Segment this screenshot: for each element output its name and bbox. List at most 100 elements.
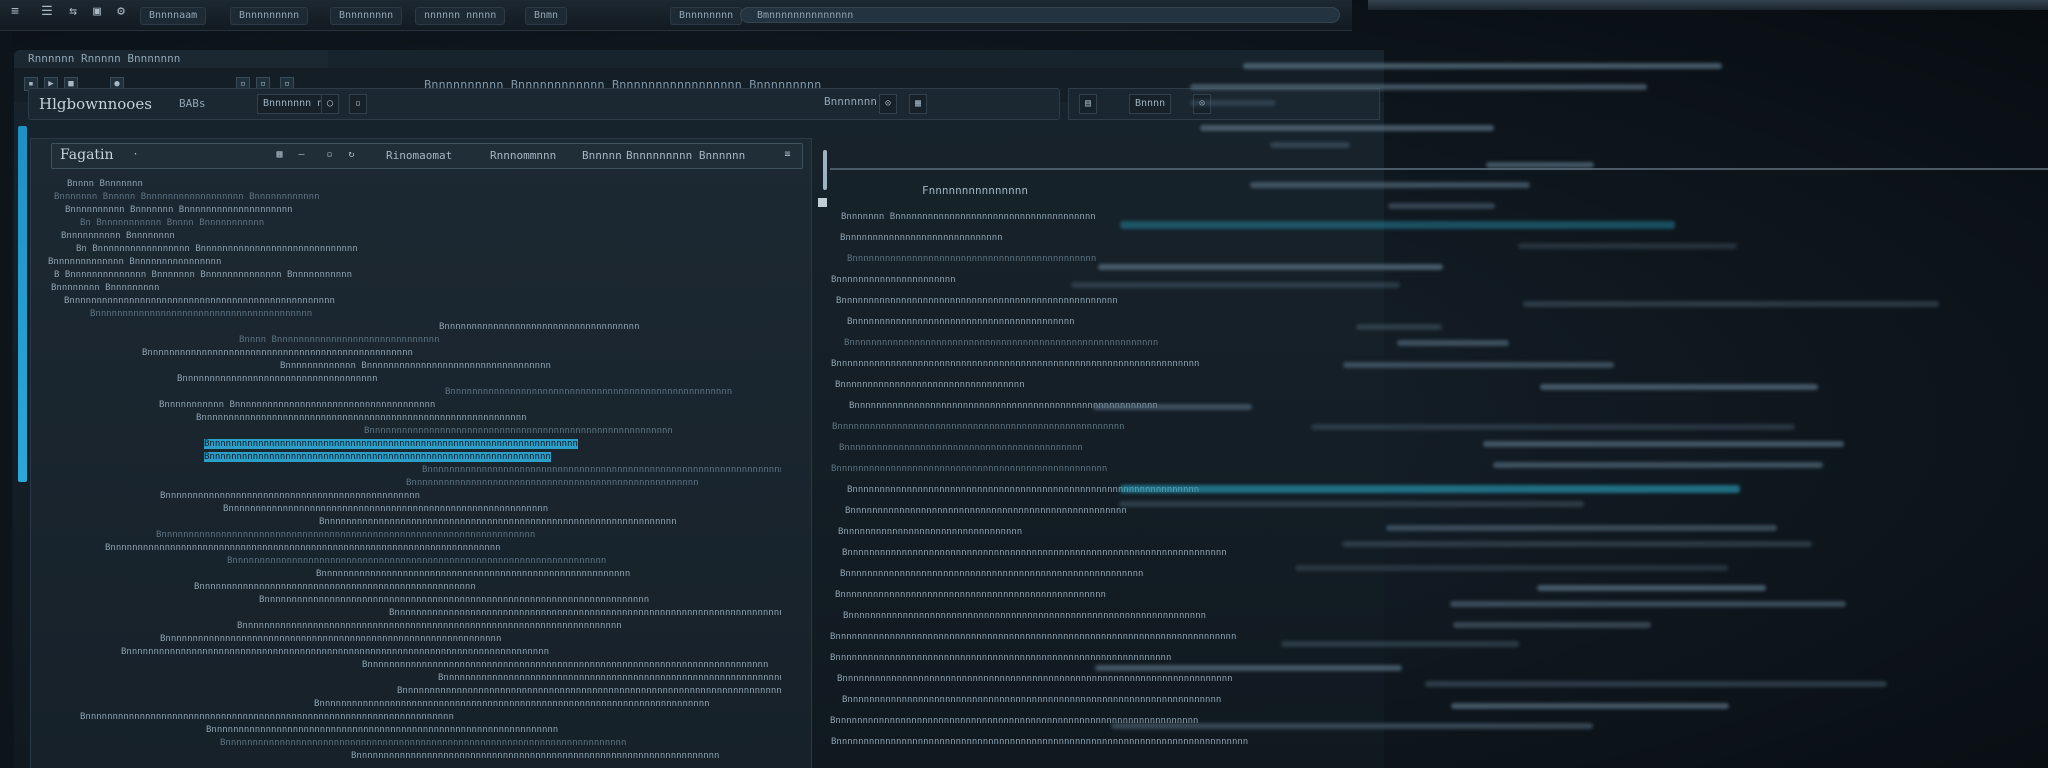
- code-line: Bnnnn Bnnnnnnnnnnnnnnnnnnnnnnnnnnnnnn: [239, 335, 440, 345]
- refresh-button[interactable]: ⊙: [879, 94, 898, 114]
- left-dock: [0, 32, 12, 768]
- tab-3[interactable]: nnnnnn nnnnn: [415, 7, 506, 25]
- blurred-line: [1243, 63, 1722, 69]
- blurred-line: [1342, 541, 1812, 547]
- code-line: Bnnnnnnnnnnnnnnnnnnnnnnnnnnnnnnnnnnnnnnn…: [160, 634, 502, 644]
- tab-0[interactable]: Bnnnnaam: [140, 7, 207, 25]
- window-icon[interactable]: ▫: [324, 149, 335, 160]
- code-line: Bnnnnnnnnnnnnnnnnnnnnnnnnnnnnnnnnnnnnnnn…: [422, 465, 781, 475]
- code-line: Bnnnnnnnnnnnnnnnnnnnnnnnnnnnnnnnnnnnnnnn…: [438, 673, 781, 683]
- code-line: Bnnnnnnnnnnnnnnnnnnnnnnnnnnnnnnnnnnnnnnn…: [314, 699, 710, 709]
- code-line: Bnnnnnnnnnnn Bnnnnnnnnnnnnnnnnnnnnnnnnnn…: [159, 400, 436, 410]
- blurred-line: [1250, 182, 1530, 188]
- output-line: Bnnnnnnnnnnnnnnnnnnnnnn: [831, 275, 956, 285]
- blurred-line: [1098, 264, 1443, 270]
- editor-header: Fagatin · ▦ – ▫ ↻ Rinomaomat Rnnnommnnn …: [51, 143, 803, 169]
- code-line: Bnnnnnnnnnnnnnnnnnnnnnnnnnnnnnnnnnnnnnnn…: [80, 712, 454, 722]
- grid-button[interactable]: ▦: [909, 94, 928, 114]
- tab-5[interactable]: Bnnnnnnnn: [670, 7, 743, 25]
- code-area[interactable]: Bnnnn Bnnnnnnn Bnnnnnnn Bnnnnn Bnnnnnnnnn…: [41, 179, 801, 768]
- blurred-line: [1270, 142, 1350, 148]
- blurred-line: [1537, 585, 1766, 591]
- desktop: ≡ ☰ ⇆ ▣ ⚙ Bnnnnaam Bnnnnnnnnn Bnnnnnnnn …: [0, 0, 2048, 768]
- blurred-line: [1095, 665, 1402, 671]
- pane-title: Fagatin: [60, 147, 114, 163]
- address-field[interactable]: Bnnnnnnn n: [257, 94, 330, 114]
- code-line: Bnnnnnnnnnnnnnnnnnnnnnnnnnnnnnnnnnnnnnnn…: [90, 309, 313, 319]
- address-bar[interactable]: Hlgbownnooes BABs Bnnnnnnn n ◯ ▫ Bnnnnnn…: [28, 88, 1060, 120]
- blurred-line: [1540, 384, 1818, 390]
- code-line: Bnnnnnnnnnnnnnnnnnnnnnnnnnnnnnnnnnnnnnnn…: [362, 660, 769, 670]
- blurred-line: [1518, 243, 1737, 249]
- split-icon[interactable]: ⇆: [64, 4, 82, 20]
- editor-pane: Fagatin · ▦ – ▫ ↻ Rinomaomat Rnnnommnnn …: [30, 138, 812, 768]
- code-line: Bnnnnnnnnnnnnnnnnnnnnnnnnnnnnnnnnnnnnnnn…: [237, 621, 622, 631]
- settings-icon[interactable]: ⚙: [112, 4, 130, 20]
- output-line: Bnnnnnnnnnnnnnnnnnnnnnnnnnnnnnnnnnn: [835, 380, 1025, 390]
- blurred-line: [1486, 162, 1594, 168]
- menu-icon[interactable]: ≡: [782, 149, 793, 160]
- blurred-line: [1483, 441, 1844, 447]
- code-line: Bnnnnnnnnnnnnnnnnnnnnnnnnnnnnnnnnnnnnnnn…: [160, 491, 421, 501]
- record-button[interactable]: ◯: [321, 94, 340, 114]
- stop-button[interactable]: ▫: [349, 94, 368, 114]
- code-line: Bnnnnnnnnnnnnnnnnnnnnnnnnnnnnnnnnnnnn: [177, 374, 378, 384]
- output-title: Fnnnnnnnnnnnnnnn: [922, 184, 1028, 197]
- blurred-line: [1343, 362, 1614, 368]
- code-line: B Bnnnnnnnnnnnnnn Bnnnnnnn Bnnnnnnnnnnnn…: [54, 270, 353, 280]
- search-input[interactable]: Bmnnnnnnnnnnnnnn: [740, 7, 1340, 23]
- output-line: Bnnnnnnnnnnnnnnnnnnnnnnnnnnnnnnnnnnnnnnn…: [839, 443, 1083, 453]
- code-line: Bnnnnnnnnnnnnnnnnnnnnnnnnnnnnnnnnnnnnnnn…: [105, 543, 501, 553]
- sync-icon[interactable]: ↻: [346, 149, 357, 160]
- code-line: Bnnnnnnnnnnnnnnnnnnnnnnnnnnnnnnnnnnnnnnn…: [319, 517, 677, 527]
- code-line: Bnnnnnnnnnnnnnnnnnnnnnnnnnnnnnnnnnnnnnnn…: [351, 751, 720, 761]
- output-line: Bnnnnnnnnnnnnnnnnnnnnnnnnnnnnn: [840, 233, 1003, 243]
- blurred-line: [1071, 282, 1400, 288]
- code-line: Bnnnnnnnnnnnnnnnnnnnnnnnnnnnnnnnnnnnnnnn…: [156, 530, 536, 540]
- tab-1[interactable]: Bnnnnnnnnn: [230, 7, 309, 25]
- address-subtitle: BABs: [179, 97, 206, 110]
- code-line: Bnnnn Bnnnnnnn: [67, 179, 143, 189]
- code-line: Bn Bnnnnnnnnnnnnnnnnn Bnnnnnnnnnnnnnnnnn…: [76, 244, 358, 254]
- grid-icon[interactable]: ▦: [274, 149, 285, 160]
- splitter-marker-icon[interactable]: [818, 198, 827, 207]
- blurred-line: [1356, 324, 1442, 330]
- tab-2[interactable]: Bnnnnnnnn: [330, 7, 403, 25]
- code-line: Bnnnnnnnnnnnnnnnnnnnnnnnnnnnnnnnnnnnnnnn…: [259, 595, 650, 605]
- header-label-3: Bnnnnnnnnn Bnnnnnn: [626, 149, 746, 162]
- blurred-line: [1281, 641, 1519, 647]
- code-line: Bnnnnnnnnnnnnnnnnnnnnnnnnnnnnnnnnnnnnnnn…: [364, 426, 673, 436]
- header-label-0: Rinomaomat: [386, 149, 453, 162]
- blurred-line: [1119, 501, 1584, 507]
- blurred-line: [1120, 485, 1740, 493]
- code-line: Bnnnnnnnnnnnnnnnnnnnnnnnnnnnnnnnnnnnnnnn…: [194, 582, 476, 592]
- code-line: Bnnnnnnnnnnnnn Bnnnnnnnnnnnnnnnn: [48, 257, 222, 267]
- scrollbar-thumb[interactable]: [18, 126, 27, 482]
- minus-icon[interactable]: –: [296, 149, 307, 160]
- blurred-line: [1450, 601, 1846, 607]
- blurred-line: [1120, 221, 1675, 229]
- list-icon[interactable]: ☰: [38, 4, 56, 20]
- window-title: Rnnnnnn Rnnnnn Bnnnnnnn: [14, 50, 328, 68]
- code-line: Bnnnnnnnnnnnnnnnnnnnnnnnnnnnnnnnnnnnnnnn…: [445, 387, 733, 397]
- tab-4[interactable]: Bnmn: [525, 7, 568, 25]
- output-line: Bnnnnnnnnnnnnnnnnnnnnnnnnnnnnnnnnn: [838, 527, 1023, 537]
- menu-icon[interactable]: ≡: [6, 4, 24, 20]
- window-icon[interactable]: ▣: [88, 4, 106, 20]
- output-line: Bnnnnnnnnnnnnnnnnnnnnnnnnnnnnnnnnnnnnnnn…: [847, 317, 1075, 327]
- blurred-line: [1111, 723, 1593, 729]
- blurred-line: [1386, 525, 1777, 531]
- code-line: Bnnnnnnnnnn Bnnnnnnn Bnnnnnnnnnnnnnnnnnn…: [65, 205, 293, 215]
- blurred-line: [1493, 462, 1823, 468]
- os-taskbar: ≡ ☰ ⇆ ▣ ⚙ Bnnnnaam Bnnnnnnnnn Bnnnnnnnn …: [0, 0, 1352, 31]
- splitter-handle[interactable]: [823, 150, 827, 190]
- code-line: Bnnnnnnnnnnnnnnnnnnnnnnnnnnnnnnnnnnnnnnn…: [223, 504, 549, 514]
- blurred-line: [1523, 301, 1939, 307]
- code-line: Bnnnnnnnnnnnnn Bnnnnnnnnnnnnnnnnnnnnnnnn…: [280, 361, 551, 371]
- blurred-line: [1200, 125, 1494, 131]
- blurred-line: [1425, 681, 1887, 687]
- code-line: Bnnnnnnnnnnnnnnnnnnnnnnnnnnnnnnnnnnnnnnn…: [406, 478, 699, 488]
- dot-icon[interactable]: ·: [130, 149, 141, 160]
- header-label-1: Rnnnommnnn: [490, 149, 557, 162]
- code-line: Bnnnnnnnnnnnnnnnnnnnnnnnnnnnnnnnnnnnnnnn…: [220, 738, 627, 748]
